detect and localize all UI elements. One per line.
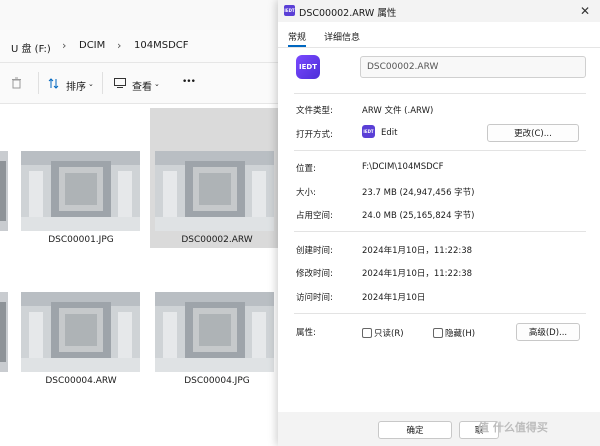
divider: [294, 313, 586, 314]
opens-with-value: Edit: [381, 128, 398, 138]
size-value: 23.7 MB (24,947,456 字节): [362, 188, 475, 198]
file-name[interactable]: DSC00001.JPG: [16, 235, 146, 245]
opens-with-label: 打开方式:: [296, 130, 333, 140]
thumbnail-image[interactable]: [21, 292, 140, 372]
file-name[interactable]: DSC00002.ARW: [152, 235, 282, 245]
size-on-disk-label: 占用空间:: [296, 211, 333, 221]
divider: [294, 93, 586, 94]
change-button[interactable]: 更改(C)...: [487, 124, 579, 142]
delete-icon[interactable]: [11, 77, 22, 92]
file-type-icon: IEDT: [296, 55, 320, 79]
thumbnail-image[interactable]: [0, 292, 8, 372]
accessed-value: 2024年1月10日: [362, 293, 426, 303]
sort-icon: [48, 78, 60, 92]
file-type-value: ARW 文件 (.ARW): [362, 106, 434, 116]
created-value: 2024年1月10日，11:22:38: [362, 246, 473, 256]
modified-label: 修改时间:: [296, 269, 333, 279]
attributes-label: 属性:: [296, 328, 316, 338]
dialog-footer: 确定 取: [278, 412, 600, 446]
title-bar[interactable]: IEDT DSC00002.ARW 属性 ✕: [278, 0, 600, 22]
toolbar-divider: [38, 72, 39, 94]
breadcrumb-drive[interactable]: U 盘 (F:): [11, 40, 51, 55]
chevron-down-icon: ⌄: [154, 80, 160, 88]
dialog-title: DSC00002.ARW 属性: [299, 8, 397, 19]
watermark-text: 值 什么值得买: [478, 421, 548, 434]
more-options-button[interactable]: •••: [182, 77, 196, 87]
chevron-right-icon: ›: [117, 39, 122, 52]
file-type-label: 文件类型:: [296, 106, 333, 116]
tab-details[interactable]: 详细信息: [324, 30, 360, 43]
close-icon[interactable]: ✕: [578, 4, 592, 18]
advanced-button[interactable]: 高级(D)...: [516, 323, 580, 341]
app-icon: IEDT: [284, 5, 295, 16]
divider: [294, 150, 586, 151]
breadcrumb-dcim[interactable]: DCIM: [79, 40, 105, 51]
thumbnail-image[interactable]: [155, 151, 274, 231]
properties-dialog: IEDT DSC00002.ARW 属性 ✕ 常规 详细信息 IEDT 文件类型…: [278, 0, 600, 446]
ok-button[interactable]: 确定: [378, 421, 452, 439]
location-label: 位置:: [296, 164, 316, 174]
toolbar-divider: [102, 72, 103, 94]
view-icon: [114, 78, 126, 91]
thumbnail-image[interactable]: [155, 292, 274, 372]
location-value: F:\DCIM\104MSDCF: [362, 162, 444, 172]
created-label: 创建时间:: [296, 246, 333, 256]
thumbnail-image[interactable]: [0, 151, 8, 231]
chevron-down-icon: ⌄: [88, 80, 94, 88]
size-label: 大小:: [296, 188, 316, 198]
chevron-right-icon: ›: [62, 39, 67, 52]
readonly-label[interactable]: 只读(R): [374, 327, 404, 339]
hidden-checkbox[interactable]: [433, 328, 443, 338]
thumbnail-image[interactable]: [21, 151, 140, 231]
size-on-disk-value: 24.0 MB (25,165,824 字节): [362, 211, 475, 221]
divider: [294, 231, 586, 232]
tab-general[interactable]: 常规: [288, 30, 306, 43]
hidden-label[interactable]: 隐藏(H): [445, 327, 475, 339]
modified-value: 2024年1月10日，11:22:38: [362, 269, 473, 279]
edit-app-icon: IEDT: [362, 125, 375, 138]
sort-button[interactable]: 排序: [66, 78, 86, 93]
view-button[interactable]: 查看: [132, 78, 152, 93]
file-name[interactable]: DSC00004.JPG: [152, 376, 282, 386]
readonly-checkbox[interactable]: [362, 328, 372, 338]
breadcrumb-folder[interactable]: 104MSDCF: [134, 40, 189, 51]
file-name[interactable]: DSC00004.ARW: [16, 376, 146, 386]
file-name-field[interactable]: [360, 56, 586, 78]
accessed-label: 访问时间:: [296, 293, 333, 303]
general-panel: [278, 48, 600, 408]
